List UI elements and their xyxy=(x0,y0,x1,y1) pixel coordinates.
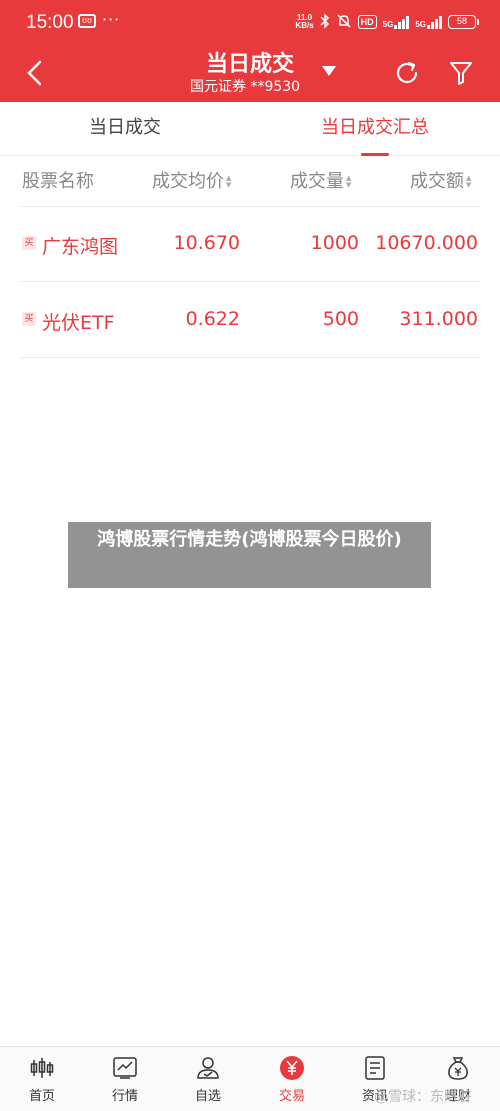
refresh-button[interactable] xyxy=(392,58,422,88)
overlay-caption: 鸿博股票行情走势(鸿博股票今日股价) xyxy=(68,522,431,588)
stock-name: 光伏ETF xyxy=(42,312,115,334)
nav-watchlist-label: 自选 xyxy=(194,1089,221,1104)
volume: 500 xyxy=(322,308,359,330)
yuan-icon xyxy=(279,1055,305,1081)
stock-name: 广东鸿图 xyxy=(42,236,119,258)
account-label[interactable]: 国元证券 **9530 xyxy=(190,76,300,96)
column-header-amount-label: 成交额 xyxy=(410,171,464,192)
column-header-volume[interactable]: 成交量 ▲ ▼ xyxy=(290,156,351,208)
caret-down-icon xyxy=(322,66,336,76)
more-notifications-icon: ··· xyxy=(102,10,121,29)
nav-watchlist[interactable]: 自选 xyxy=(166,1055,250,1109)
signal-5g-1: 5G xyxy=(383,15,410,29)
avg-price: 10.670 xyxy=(173,232,240,254)
status-indicators: 11.0 KB/s HD 5G 5G 58 xyxy=(295,10,479,34)
table-header: 股票名称 成交均价 ▲ ▼ 成交量 ▲ ▼ 成交额 ▲ ▼ xyxy=(0,156,500,208)
candlestick-icon xyxy=(29,1055,55,1081)
mute-icon xyxy=(336,13,352,32)
user-check-icon xyxy=(195,1055,221,1081)
net-speed: 11.0 KB/s xyxy=(295,14,313,30)
page-title: 当日成交 xyxy=(205,52,294,77)
nav-trade[interactable]: 交易 xyxy=(250,1055,334,1109)
account-dropdown-button[interactable] xyxy=(318,60,340,82)
column-header-name: 股票名称 xyxy=(22,156,94,208)
buy-tag: 买 xyxy=(22,236,36,250)
amount: 10670.000 xyxy=(375,232,478,254)
signal-label-1: 5G xyxy=(382,20,394,29)
nav-market[interactable]: 行情 xyxy=(83,1055,167,1109)
title-bar: 当日成交 国元证券 **9530 xyxy=(0,46,500,102)
sort-icon: ▲ ▼ xyxy=(346,174,352,189)
divider xyxy=(20,357,480,358)
money-bag-icon xyxy=(445,1055,471,1081)
buy-tag: 买 xyxy=(22,312,36,326)
avg-price: 0.622 xyxy=(185,308,240,330)
column-header-amount[interactable]: 成交额 ▲ ▼ xyxy=(410,156,471,208)
tab-today-trades[interactable]: 当日成交 xyxy=(0,102,250,156)
tab-today-trades-summary[interactable]: 当日成交汇总 xyxy=(250,102,500,156)
sort-icon: ▲ ▼ xyxy=(466,174,472,189)
filter-button[interactable] xyxy=(446,58,476,88)
nav-trade-label: 交易 xyxy=(278,1089,305,1104)
column-header-volume-label: 成交量 xyxy=(290,171,344,192)
net-speed-unit: KB/s xyxy=(295,21,314,30)
signal-bars-icon xyxy=(394,15,410,29)
sort-icon: ▲ ▼ xyxy=(226,174,232,189)
filter-icon xyxy=(450,62,472,85)
nav-market-label: 行情 xyxy=(111,1089,138,1104)
amount: 311.000 xyxy=(399,308,478,330)
tab-bar: 当日成交 当日成交汇总 xyxy=(0,102,500,156)
battery-icon: 58 xyxy=(448,15,479,29)
bluetooth-icon xyxy=(320,12,330,32)
chart-icon xyxy=(112,1055,138,1081)
status-time: 15:00 xyxy=(26,12,74,33)
document-icon xyxy=(362,1055,388,1081)
nav-home-label: 首页 xyxy=(28,1089,55,1104)
app-header: 15:00 ʊʊ ··· 11.0 KB/s HD 5G 5G 58 当日成交 … xyxy=(0,0,500,102)
signal-bars-icon xyxy=(427,15,442,29)
nav-home[interactable]: 首页 xyxy=(0,1055,84,1109)
column-header-avg-price[interactable]: 成交均价 ▲ ▼ xyxy=(152,156,231,208)
signal-5g-2: 5G xyxy=(415,15,442,29)
column-header-name-label: 股票名称 xyxy=(22,171,94,192)
watermark: @雪球：东财谷 xyxy=(374,1089,472,1105)
column-header-avg-price-label: 成交均价 xyxy=(152,171,224,192)
refresh-icon xyxy=(396,61,418,84)
volume: 1000 xyxy=(310,232,359,254)
status-bar: 15:00 ʊʊ ··· 11.0 KB/s HD 5G 5G 58 xyxy=(0,0,500,46)
notification-icon: ʊʊ xyxy=(78,14,96,28)
hd-badge: HD xyxy=(357,15,377,29)
table-row[interactable]: 买 广东鸿图 10.670 1000 10670.000 xyxy=(0,206,500,282)
signal-label-2: 5G xyxy=(415,20,426,29)
table-row[interactable]: 买 光伏ETF 0.622 500 311.000 xyxy=(0,282,500,358)
